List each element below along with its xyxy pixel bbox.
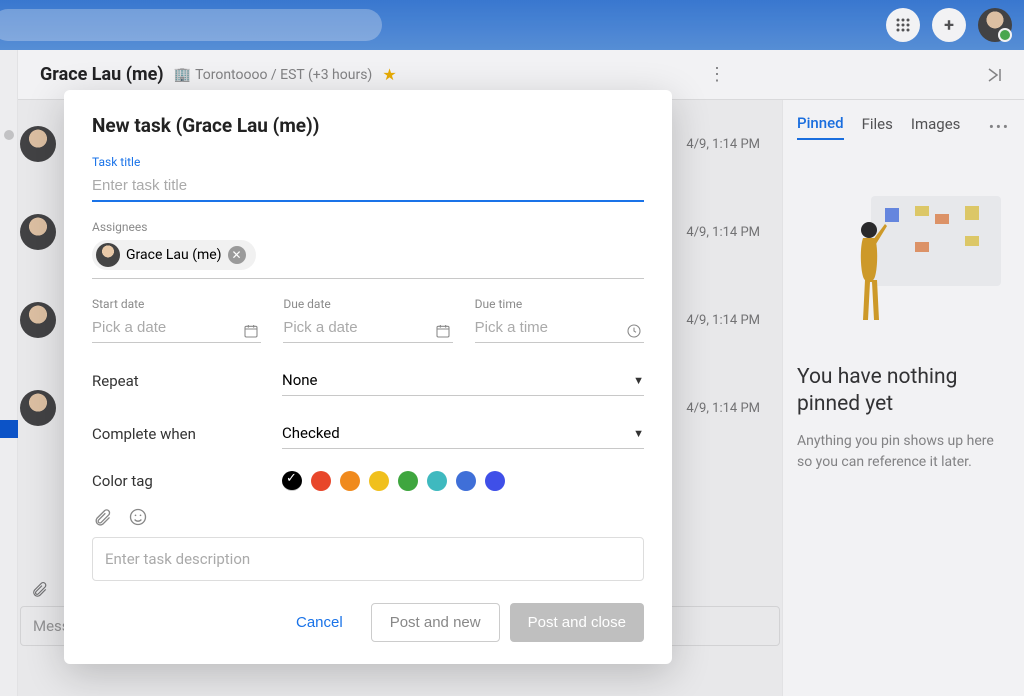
assignee-chip-label: Grace Lau (me): [126, 247, 222, 263]
color-swatch[interactable]: [340, 471, 360, 491]
due-time-label: Due time: [475, 297, 644, 311]
calendar-icon[interactable]: [435, 323, 451, 339]
cancel-button[interactable]: Cancel: [278, 603, 361, 642]
clock-icon[interactable]: [626, 323, 642, 339]
color-swatch[interactable]: [369, 471, 389, 491]
color-swatch[interactable]: [311, 471, 331, 491]
color-tag-picker: [282, 471, 505, 491]
modal-title: New task (Grace Lau (me)): [92, 114, 644, 137]
emoji-icon[interactable]: [128, 507, 148, 527]
color-swatch[interactable]: [282, 471, 302, 491]
chevron-down-icon: ▼: [633, 427, 644, 440]
repeat-value: None: [282, 371, 318, 389]
complete-when-select[interactable]: Checked ▼: [282, 418, 644, 449]
complete-when-label: Complete when: [92, 425, 282, 443]
task-description-input[interactable]: Enter task description: [92, 537, 644, 581]
avatar: [96, 243, 120, 267]
repeat-label: Repeat: [92, 372, 282, 390]
calendar-icon[interactable]: [243, 323, 259, 339]
due-date-input[interactable]: [283, 311, 452, 343]
assignee-chip: Grace Lau (me) ✕: [92, 240, 256, 270]
post-and-new-button[interactable]: Post and new: [371, 603, 500, 642]
due-time-input[interactable]: [475, 311, 644, 343]
repeat-select[interactable]: None ▼: [282, 365, 644, 396]
task-title-input[interactable]: [92, 169, 644, 202]
new-task-modal: New task (Grace Lau (me)) Task title Ass…: [64, 90, 672, 664]
color-swatch[interactable]: [398, 471, 418, 491]
assignees-field[interactable]: Grace Lau (me) ✕: [92, 240, 644, 279]
due-date-label: Due date: [283, 297, 452, 311]
task-title-label: Task title: [92, 155, 644, 169]
complete-when-value: Checked: [282, 424, 340, 442]
chevron-down-icon: ▼: [633, 374, 644, 387]
remove-chip-icon[interactable]: ✕: [228, 246, 246, 264]
assignees-label: Assignees: [92, 220, 644, 234]
attach-icon[interactable]: [92, 507, 112, 527]
start-date-label: Start date: [92, 297, 261, 311]
post-and-close-button[interactable]: Post and close: [510, 603, 644, 642]
color-swatch[interactable]: [427, 471, 447, 491]
color-swatch[interactable]: [485, 471, 505, 491]
color-tag-label: Color tag: [92, 472, 282, 490]
color-swatch[interactable]: [456, 471, 476, 491]
start-date-input[interactable]: [92, 311, 261, 343]
